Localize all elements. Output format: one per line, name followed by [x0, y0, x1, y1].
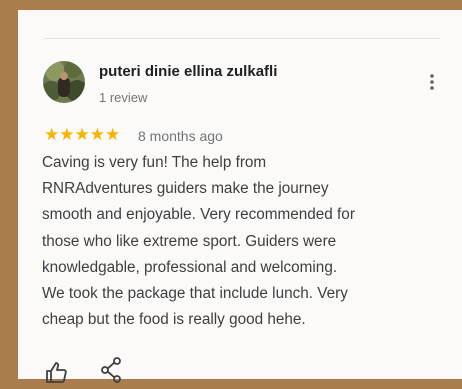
review-date: 8 months ago: [138, 128, 223, 144]
author-review-count: 1 review: [99, 90, 148, 105]
share-icon: [101, 357, 121, 383]
more-options-button[interactable]: [422, 71, 442, 95]
review-text-line: RNRAdventures guiders make the journey: [42, 180, 329, 198]
author-name[interactable]: puteri dinie ellina zulkafli: [99, 63, 277, 80]
divider: [44, 38, 440, 39]
thumb-up-icon: [46, 362, 67, 383]
review-text-line: knowledgable, professional and welcoming…: [42, 258, 338, 276]
review-text-line: Caving is very fun! The help from: [42, 154, 267, 171]
like-button[interactable]: [44, 360, 68, 384]
share-button[interactable]: [100, 357, 122, 383]
review-text: Caving is very fun! The help from RNRAdv…: [42, 150, 452, 333]
review-text-line: cheap but the food is really good hehe.: [42, 311, 306, 329]
more-vert-icon: [430, 74, 434, 90]
review-text-line: smooth and enjoyable. Very recommended f…: [42, 206, 355, 224]
review-text-line: those who like extreme sport. Guiders we…: [42, 232, 337, 250]
review-card: puteri dinie ellina zulkafli 1 review ★★…: [18, 10, 462, 383]
review-text-line: We took the package that include lunch. …: [42, 285, 348, 303]
star-rating: ★★★★★: [44, 125, 121, 144]
author-avatar[interactable]: [43, 61, 85, 103]
